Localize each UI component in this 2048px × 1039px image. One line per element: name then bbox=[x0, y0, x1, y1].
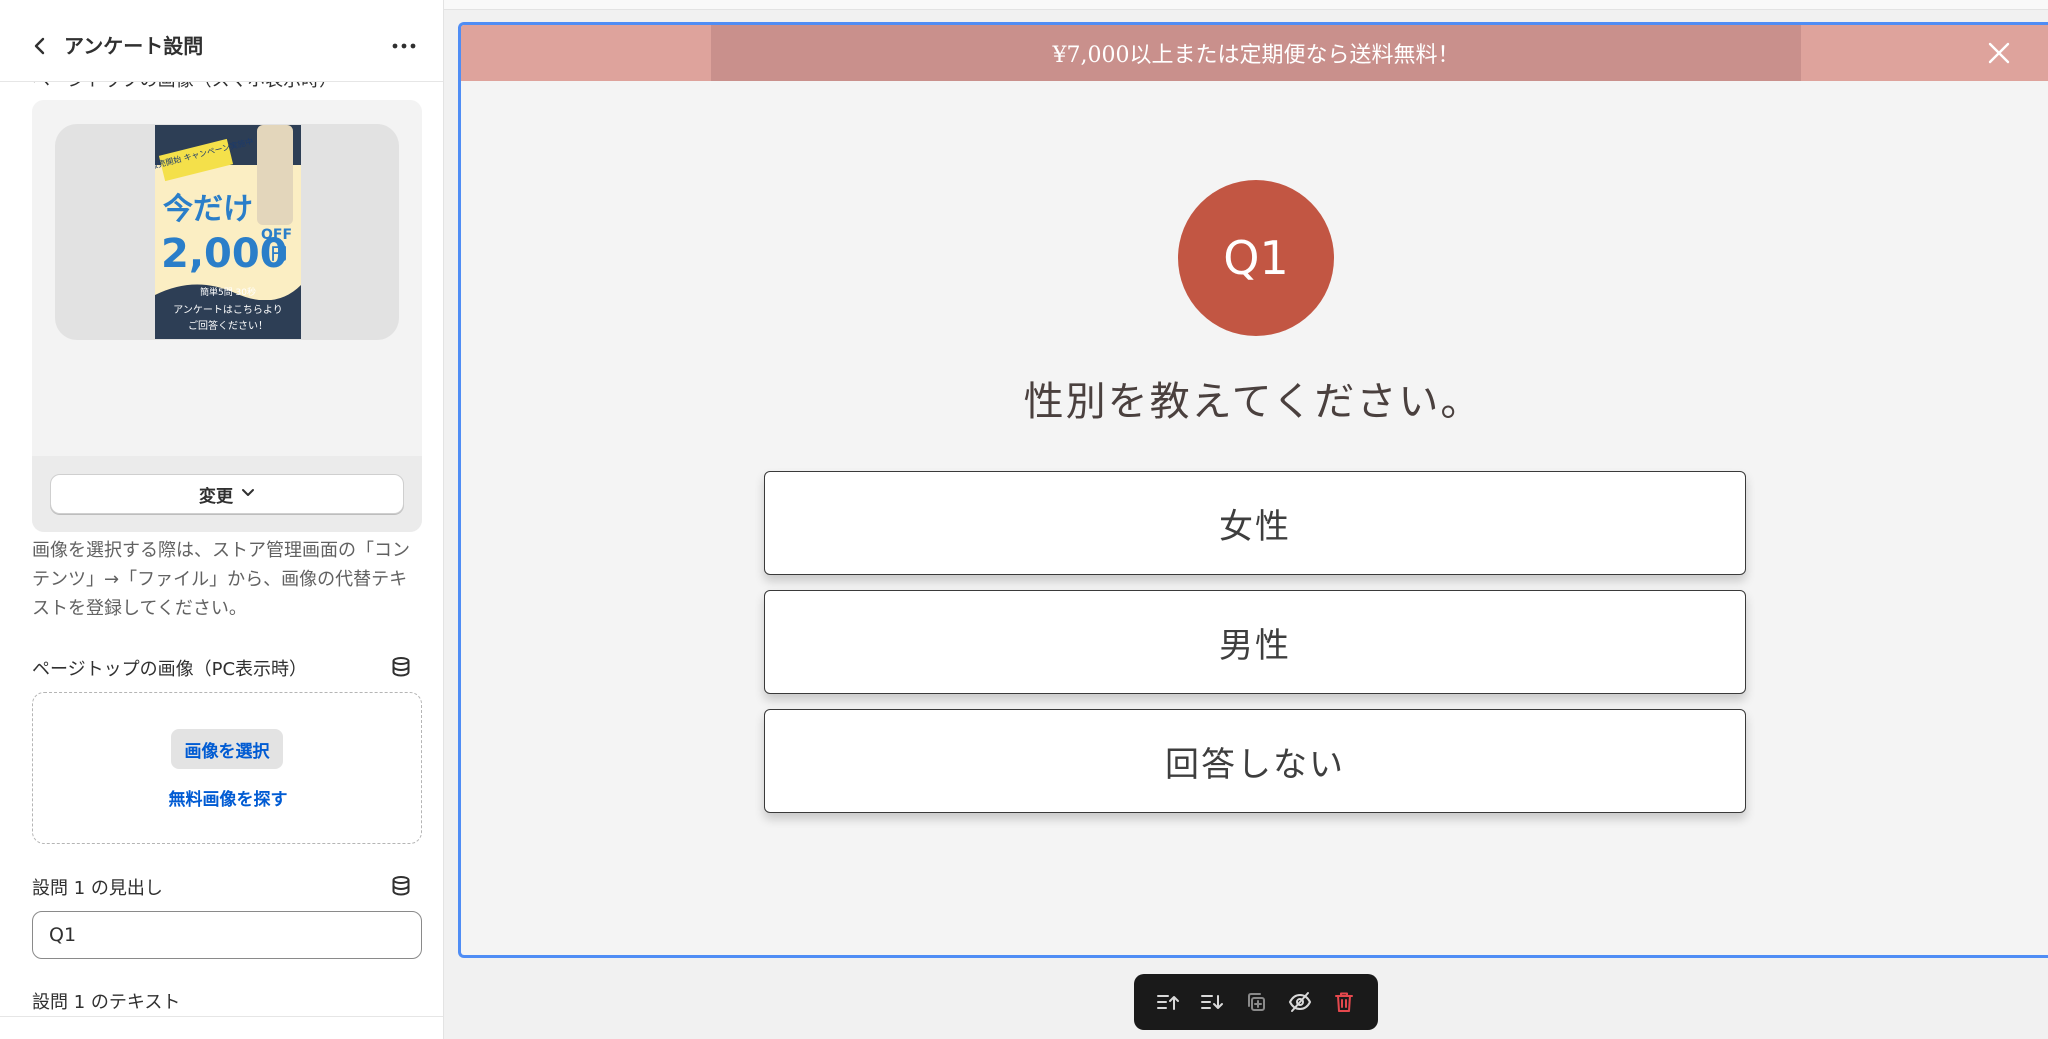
dynamic-source-icon[interactable] bbox=[390, 875, 412, 897]
svg-text:今だけ: 今だけ bbox=[163, 192, 253, 227]
sidebar-header: アンケート設問 bbox=[0, 10, 443, 82]
move-down-icon[interactable] bbox=[1194, 984, 1230, 1020]
question-text: 性別を教えてください。 bbox=[1023, 379, 1483, 425]
change-image-button[interactable]: 変更 bbox=[50, 474, 404, 514]
q1-heading-label: 設問 1 の見出し bbox=[32, 878, 163, 899]
more-options-icon[interactable] bbox=[386, 32, 422, 60]
image-help-text: 画像を選択する際は、ストア管理画面の「コンテンツ」→「ファイル」から、画像の代替… bbox=[32, 540, 410, 619]
svg-text:アンケートはこちらより: アンケートはこちらより bbox=[173, 304, 282, 316]
svg-text:簡単5問 30秒: 簡単5問 30秒 bbox=[200, 286, 256, 298]
image-thumbnail: 予約販売開始 キャンペーン実施中 今だけ 2,000 OFF 円 簡単5問 30… bbox=[155, 125, 301, 339]
select-image-button[interactable]: 画像を選択 bbox=[171, 729, 283, 769]
sidebar-title: アンケート設問 bbox=[64, 34, 204, 58]
pc-image-label: ページトップの画像（PC表示時） bbox=[32, 659, 308, 680]
pc-image-drop-zone[interactable]: 画像を選択 無料画像を探す bbox=[32, 692, 422, 844]
announcement-text: ¥7,000以上または定期便なら送料無料！ bbox=[711, 25, 1801, 81]
answer-option-no-answer[interactable]: 回答しない bbox=[764, 709, 1746, 813]
chevron-down-icon bbox=[241, 486, 255, 502]
close-icon[interactable] bbox=[1981, 35, 2017, 71]
svg-text:OFF: OFF bbox=[261, 227, 292, 243]
divider bbox=[0, 1016, 443, 1017]
announcement-bar: ¥7,000以上または定期便なら送料無料！ bbox=[461, 25, 2048, 81]
preview-top-bar bbox=[444, 0, 2048, 10]
q1-heading-input[interactable]: Q1 bbox=[32, 911, 422, 959]
move-up-icon[interactable] bbox=[1150, 984, 1186, 1020]
free-image-link[interactable]: 無料画像を探す bbox=[33, 785, 423, 810]
svg-text:ご回答ください！: ご回答ください！ bbox=[188, 319, 268, 332]
duplicate-icon[interactable] bbox=[1238, 984, 1274, 1020]
answer-option-male[interactable]: 男性 bbox=[764, 590, 1746, 694]
section-toolbar bbox=[1134, 974, 1378, 1030]
image-preview-frame: 予約販売開始 キャンペーン実施中 今だけ 2,000 OFF 円 簡単5問 30… bbox=[55, 124, 399, 340]
back-icon[interactable] bbox=[26, 32, 54, 60]
question-badge: Q1 bbox=[1178, 180, 1334, 336]
selected-section-preview[interactable]: ¥7,000以上または定期便なら送料無料！ Q1 性別を教えてください。 女性 … bbox=[458, 22, 2048, 958]
q1-text-label: 設問 1 のテキスト bbox=[32, 992, 181, 1013]
svg-text:円: 円 bbox=[271, 244, 287, 263]
dynamic-source-icon[interactable] bbox=[390, 656, 412, 678]
image-card: 予約販売開始 キャンペーン実施中 今だけ 2,000 OFF 円 簡単5問 30… bbox=[32, 100, 422, 532]
delete-icon[interactable] bbox=[1326, 984, 1362, 1020]
settings-sidebar: ページトップの画像（スマホ表示時） アンケート設問 bbox=[0, 0, 444, 1039]
answer-option-female[interactable]: 女性 bbox=[764, 471, 1746, 575]
hide-icon[interactable] bbox=[1282, 984, 1318, 1020]
change-button-label: 変更 bbox=[199, 486, 233, 507]
